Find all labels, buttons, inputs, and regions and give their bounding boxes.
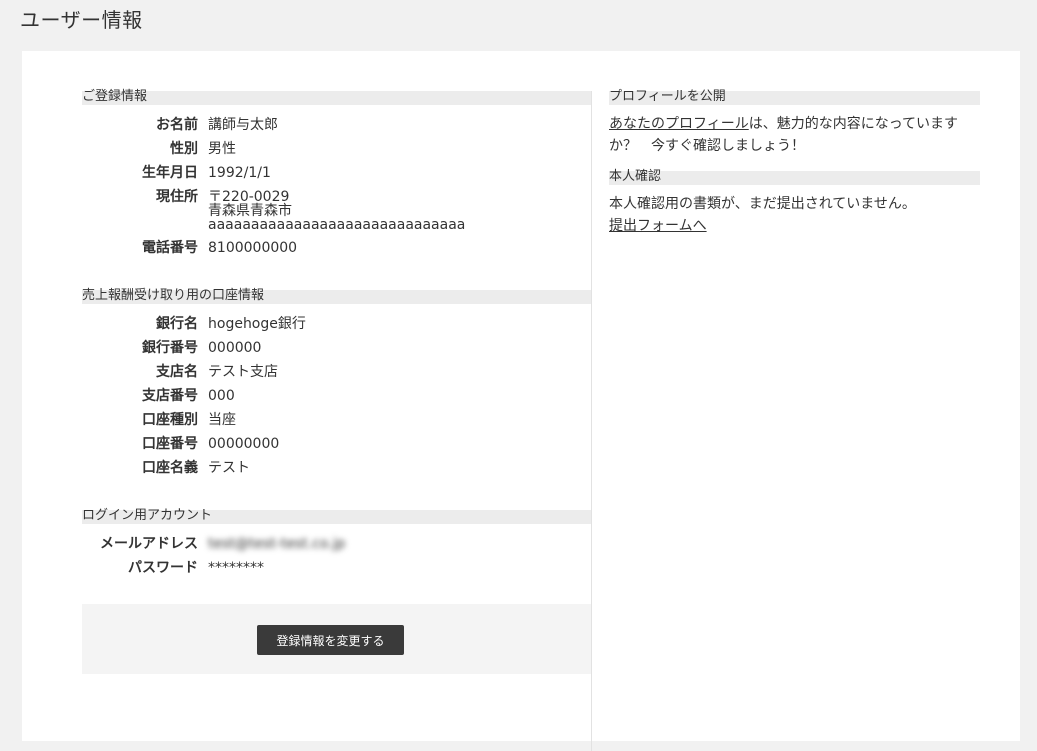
address-pref-city: 青森県青森市 <box>208 203 292 219</box>
section-heading-login: ログイン用アカウント <box>82 509 591 524</box>
table-row: メールアドレス test@test-test.co.jp <box>82 532 591 556</box>
address-postal: 〒220-0029 <box>208 189 290 205</box>
section-heading-bank: 売上報酬受け取り用の口座情報 <box>82 289 591 304</box>
gender-value: 男性 <box>208 141 236 157</box>
email-value: test@test-test.co.jp <box>208 536 346 552</box>
birthday-label: 生年月日 <box>142 165 198 181</box>
gender-label: 性別 <box>170 141 198 157</box>
table-row: 生年月日 1992/1/1 <box>82 161 591 185</box>
table-row: 銀行番号 000000 <box>82 336 591 360</box>
section-heading-registration: ご登録情報 <box>82 90 591 105</box>
table-row: パスワード ******** <box>82 556 591 580</box>
phone-label: 電話番号 <box>142 240 198 256</box>
table-row: 口座番号 00000000 <box>82 432 591 456</box>
account-number-label: 口座番号 <box>142 436 198 452</box>
left-column: ご登録情報 お名前 講師与太郎 性別 男性 生年月日 1992/1/1 現住所 … <box>82 90 591 674</box>
table-row: お名前 講師与太郎 <box>82 113 591 137</box>
table-row: 口座名義 テスト <box>82 456 591 480</box>
identity-text: 本人確認用の書類が、まだ提出されていません。 提出フォームへ <box>609 193 980 237</box>
section-heading-profile: プロフィールを公開 <box>609 90 980 105</box>
birthday-value: 1992/1/1 <box>208 165 271 181</box>
page-title: ユーザー情報 <box>20 8 143 32</box>
branch-name-value: テスト支店 <box>208 364 278 380</box>
right-column: プロフィールを公開 あなたのプロフィールは、魅力的な内容になっていますか？ 今す… <box>609 90 980 237</box>
table-row: 現住所 〒220-0029 青森県青森市 aaaaaaaaaaaaaaaaaaa… <box>82 185 591 236</box>
table-row: 性別 男性 <box>82 137 591 161</box>
registration-table: お名前 講師与太郎 性別 男性 生年月日 1992/1/1 現住所 〒220-0… <box>82 113 591 260</box>
password-label: パスワード <box>128 560 198 576</box>
account-holder-value: テスト <box>208 460 250 476</box>
user-info-card: ご登録情報 お名前 講師与太郎 性別 男性 生年月日 1992/1/1 現住所 … <box>22 51 1020 751</box>
submission-form-link[interactable]: 提出フォームへ <box>609 218 707 234</box>
login-table: メールアドレス test@test-test.co.jp パスワード *****… <box>82 532 591 580</box>
action-area: 登録情報を変更する <box>82 604 591 674</box>
account-holder-label: 口座名義 <box>142 460 198 476</box>
address-value: 〒220-0029 青森県青森市 aaaaaaaaaaaaaaaaaaaaaaa… <box>208 185 591 236</box>
table-row: 銀行名 hogehoge銀行 <box>82 312 591 336</box>
table-row: 支店番号 000 <box>82 384 591 408</box>
account-number-value: 00000000 <box>208 436 280 452</box>
bank-name-label: 銀行名 <box>156 316 198 332</box>
bank-code-label: 銀行番号 <box>142 340 198 356</box>
branch-name-label: 支店名 <box>156 364 198 380</box>
branch-code-value: 000 <box>208 388 235 404</box>
section-heading-identity: 本人確認 <box>609 170 980 185</box>
edit-registration-button[interactable]: 登録情報を変更する <box>257 625 404 655</box>
email-label: メールアドレス <box>100 536 198 552</box>
bank-name-value: hogehoge銀行 <box>208 316 306 332</box>
account-type-label: 口座種別 <box>142 412 198 428</box>
table-row: 口座種別 当座 <box>82 408 591 432</box>
phone-value: 8100000000 <box>208 240 298 256</box>
address-label: 現住所 <box>156 189 198 205</box>
bank-code-value: 000000 <box>208 340 262 356</box>
profile-text: あなたのプロフィールは、魅力的な内容になっていますか？ 今すぐ確認しましょう！ <box>609 113 980 157</box>
bank-table: 銀行名 hogehoge銀行 銀行番号 000000 支店名 テスト支店 支店番… <box>82 312 591 480</box>
name-label: お名前 <box>156 117 198 133</box>
account-type-value: 当座 <box>208 412 236 428</box>
column-divider <box>591 91 592 751</box>
password-value: ******** <box>208 560 264 576</box>
identity-status-text: 本人確認用の書類が、まだ提出されていません。 <box>609 196 916 212</box>
profile-link[interactable]: あなたのプロフィール <box>609 116 749 132</box>
table-row: 支店名 テスト支店 <box>82 360 591 384</box>
table-row: 電話番号 8100000000 <box>82 236 591 260</box>
address-line: aaaaaaaaaaaaaaaaaaaaaaaaaaaaaa <box>208 217 466 233</box>
branch-code-label: 支店番号 <box>142 388 198 404</box>
name-value: 講師与太郎 <box>208 117 278 133</box>
